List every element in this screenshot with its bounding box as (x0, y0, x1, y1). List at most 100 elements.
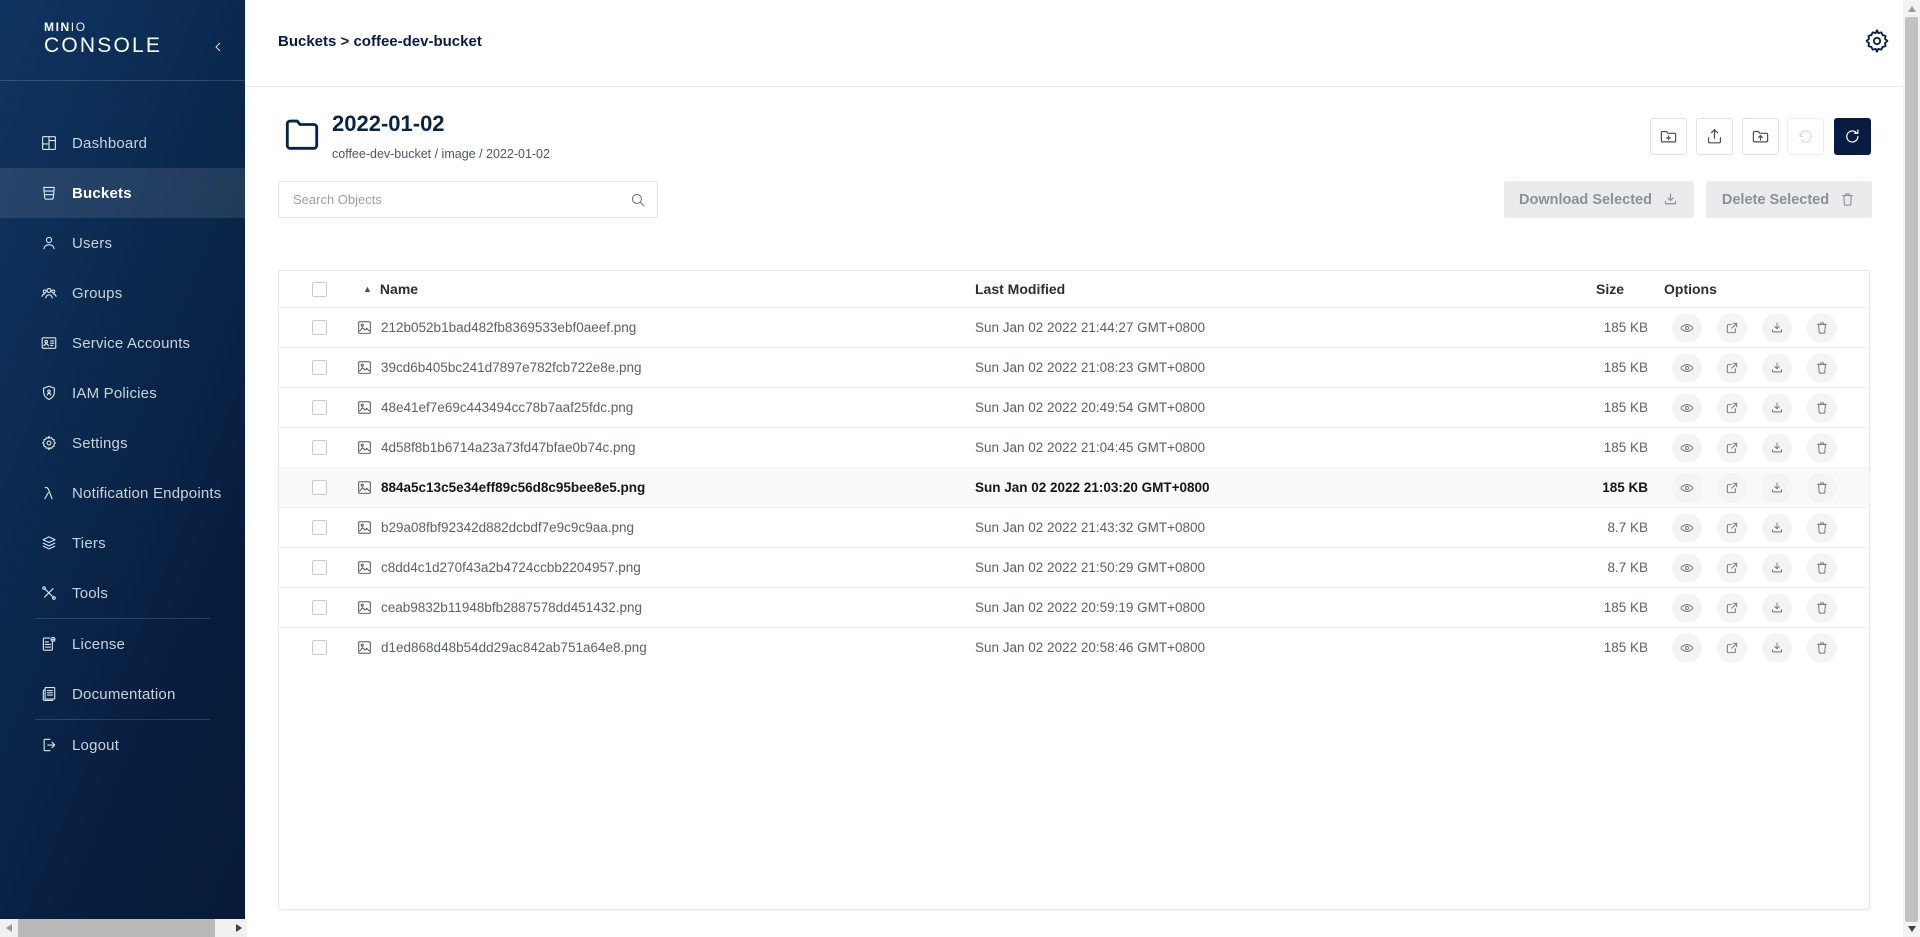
download-button[interactable] (1762, 553, 1792, 583)
delete-selected-button[interactable]: Delete Selected (1706, 181, 1872, 218)
download-button[interactable] (1762, 593, 1792, 623)
preview-button[interactable] (1672, 593, 1702, 623)
row-checkbox[interactable] (312, 320, 327, 335)
delete-button[interactable] (1807, 473, 1837, 503)
sidebar-item-settings[interactable]: Settings (0, 418, 245, 468)
settings-gear-button[interactable] (1863, 26, 1893, 56)
search-objects-input[interactable] (279, 182, 657, 217)
table-row[interactable]: d1ed868d48b54dd29ac842ab751a64e8.png Sun… (279, 627, 1869, 667)
upload-file-button[interactable] (1696, 118, 1733, 155)
share-button[interactable] (1717, 633, 1747, 663)
download-button[interactable] (1762, 633, 1792, 663)
sidebar-item-documentation[interactable]: Documentation (0, 669, 245, 719)
sidebar-item-tools[interactable]: Tools (0, 568, 245, 618)
share-button[interactable] (1717, 593, 1747, 623)
download-button[interactable] (1762, 473, 1792, 503)
scroll-down-button[interactable] (1903, 920, 1920, 937)
trash-icon (1814, 320, 1830, 336)
trash-icon (1839, 191, 1856, 208)
preview-button[interactable] (1672, 353, 1702, 383)
share-button[interactable] (1717, 553, 1747, 583)
triangle-up-icon (1908, 6, 1916, 12)
row-checkbox[interactable] (312, 480, 327, 495)
sidebar-item-license[interactable]: License (0, 619, 245, 669)
scroll-right-button[interactable] (230, 919, 247, 937)
sidebar-collapse-button[interactable] (211, 38, 229, 56)
horizontal-scrollbar[interactable] (0, 919, 247, 937)
sidebar-item-dashboard[interactable]: Dashboard (0, 118, 245, 168)
delete-button[interactable] (1807, 353, 1837, 383)
download-button[interactable] (1762, 393, 1792, 423)
preview-button[interactable] (1672, 553, 1702, 583)
delete-button[interactable] (1807, 433, 1837, 463)
table-row[interactable]: ceab9832b11948bfb2887578dd451432.png Sun… (279, 587, 1869, 627)
table-row[interactable]: b29a08fbf92342d882dcbdf7e9c9c9aa.png Sun… (279, 507, 1869, 547)
delete-button[interactable] (1807, 593, 1837, 623)
table-row[interactable]: 48e41ef7e69c443494cc78b7aaf25fdc.png Sun… (279, 387, 1869, 427)
delete-button[interactable] (1807, 633, 1837, 663)
vertical-scrollbar[interactable] (1903, 0, 1920, 937)
row-checkbox[interactable] (312, 360, 327, 375)
share-icon (1724, 360, 1740, 376)
share-button[interactable] (1717, 393, 1747, 423)
download-selected-button[interactable]: Download Selected (1504, 181, 1694, 218)
new-path-button[interactable] (1650, 118, 1687, 155)
object-name: b29a08fbf92342d882dcbdf7e9c9c9aa.png (381, 520, 634, 535)
eye-icon (1679, 320, 1695, 336)
sidebar-item-groups[interactable]: Groups (0, 268, 245, 318)
vertical-scrollbar-thumb[interactable] (1905, 17, 1918, 922)
sidebar-item-logout[interactable]: Logout (0, 720, 245, 770)
object-last-modified: Sun Jan 02 2022 21:50:29 GMT+0800 (961, 560, 1511, 575)
table-row[interactable]: 39cd6b405bc241d7897e782fcb722e8e.png Sun… (279, 347, 1869, 387)
download-button[interactable] (1762, 513, 1792, 543)
row-checkbox[interactable] (312, 520, 327, 535)
delete-button[interactable] (1807, 513, 1837, 543)
rewind-button[interactable] (1787, 118, 1824, 155)
table-row[interactable]: 212b052b1bad482fb8369533ebf0aeef.png Sun… (279, 307, 1869, 347)
preview-button[interactable] (1672, 393, 1702, 423)
row-checkbox[interactable] (312, 640, 327, 655)
sidebar-item-buckets[interactable]: Buckets (0, 168, 245, 218)
table-row[interactable]: c8dd4c1d270f43a2b4724ccbb2204957.png Sun… (279, 547, 1869, 587)
refresh-button[interactable] (1834, 118, 1871, 155)
preview-button[interactable] (1672, 433, 1702, 463)
horizontal-scrollbar-thumb[interactable] (18, 919, 215, 937)
download-button[interactable] (1762, 313, 1792, 343)
upload-folder-button[interactable] (1742, 118, 1779, 155)
share-button[interactable] (1717, 473, 1747, 503)
object-size: 185 KB (1511, 440, 1656, 455)
preview-button[interactable] (1672, 473, 1702, 503)
select-all-checkbox[interactable] (312, 282, 327, 297)
breadcrumb[interactable]: Buckets > coffee-dev-bucket (278, 33, 482, 50)
row-checkbox[interactable] (312, 400, 327, 415)
table-row[interactable]: 4d58f8b1b6714a23a73fd47bfae0b74c.png Sun… (279, 427, 1869, 467)
sidebar-item-tiers[interactable]: Tiers (0, 518, 245, 568)
preview-button[interactable] (1672, 513, 1702, 543)
share-button[interactable] (1717, 353, 1747, 383)
row-checkbox[interactable] (312, 560, 327, 575)
download-icon (1769, 520, 1785, 536)
delete-button[interactable] (1807, 393, 1837, 423)
share-button[interactable] (1717, 313, 1747, 343)
sidebar-item-service-accounts[interactable]: Service Accounts (0, 318, 245, 368)
sidebar-item-users[interactable]: Users (0, 218, 245, 268)
row-checkbox[interactable] (312, 600, 327, 615)
delete-button[interactable] (1807, 313, 1837, 343)
share-button[interactable] (1717, 433, 1747, 463)
row-checkbox[interactable] (312, 440, 327, 455)
scroll-up-button[interactable] (1903, 0, 1920, 17)
sidebar-item-iam-policies[interactable]: IAM Policies (0, 368, 245, 418)
column-header-name[interactable]: ▲ Name (351, 281, 961, 297)
sidebar-item-notification-endpoints[interactable]: Notification Endpoints (0, 468, 245, 518)
groups-icon (40, 284, 58, 302)
download-button[interactable] (1762, 433, 1792, 463)
top-bar: Buckets > coffee-dev-bucket (245, 0, 1903, 87)
preview-button[interactable] (1672, 633, 1702, 663)
share-button[interactable] (1717, 513, 1747, 543)
scroll-left-button[interactable] (0, 919, 17, 937)
table-row[interactable]: 884a5c13c5e34eff89c56d8c95bee8e5.png Sun… (279, 467, 1869, 507)
tiers-layers-icon (40, 534, 58, 552)
download-button[interactable] (1762, 353, 1792, 383)
preview-button[interactable] (1672, 313, 1702, 343)
delete-button[interactable] (1807, 553, 1837, 583)
